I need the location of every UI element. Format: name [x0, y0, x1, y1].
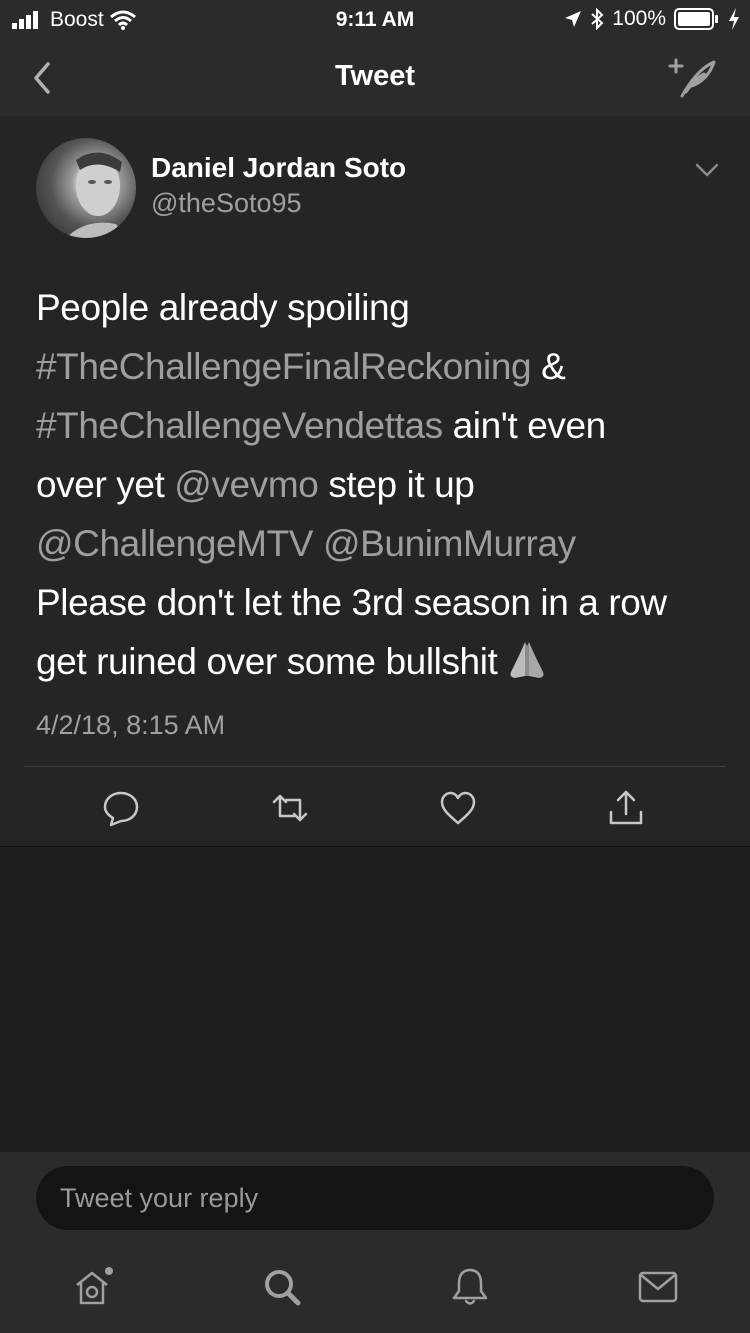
- battery-icon: [674, 8, 718, 30]
- tweet-text-segment: [313, 523, 323, 564]
- tab-search[interactable]: [260, 1265, 304, 1309]
- avatar-photo: [66, 152, 126, 238]
- reply-bar: [0, 1151, 750, 1244]
- tab-messages[interactable]: [636, 1265, 680, 1309]
- charging-icon: [729, 8, 739, 30]
- mention-link[interactable]: @vevmo: [174, 464, 319, 505]
- location-icon: [565, 11, 582, 27]
- mail-icon: [638, 1271, 678, 1303]
- tweet-text-segment: step it up: [318, 464, 475, 505]
- tweet-text-segment: get ruined over some bullshit: [36, 641, 498, 682]
- mention-link[interactable]: @BunimMurray: [323, 523, 576, 564]
- tweet-text-segment: over yet: [36, 464, 175, 505]
- tweet-detail: Daniel Jordan Soto @theSoto95 People alr…: [0, 116, 750, 846]
- bluetooth-icon: [591, 8, 604, 30]
- reply-input[interactable]: [36, 1166, 714, 1230]
- tweet-text-segment: ain't even: [442, 405, 607, 446]
- compose-tweet-button[interactable]: [668, 56, 718, 100]
- avatar[interactable]: [36, 138, 136, 238]
- page-title: Tweet: [334, 60, 416, 92]
- heart-icon: [440, 791, 476, 825]
- share-icon: [609, 790, 643, 825]
- like-button[interactable]: [438, 788, 478, 828]
- share-button[interactable]: [606, 788, 646, 828]
- tweet-text: People already spoiling #TheChallengeFin…: [36, 278, 726, 691]
- mention-link[interactable]: @ChallengeMTV: [36, 523, 313, 564]
- compose-quill-icon: [668, 58, 716, 98]
- reply-bubble-icon: [103, 791, 139, 827]
- tweet-timestamp: 4/2/18, 8:15 AM: [36, 710, 226, 740]
- retweet-button[interactable]: [270, 788, 310, 828]
- author-name[interactable]: Daniel Jordan Soto: [151, 152, 406, 184]
- retweet-icon: [272, 794, 308, 822]
- status-right: 100%: [564, 7, 740, 31]
- tab-notifications[interactable]: [448, 1265, 492, 1309]
- author-handle[interactable]: @theSoto95: [151, 188, 302, 219]
- hashtag-link[interactable]: #TheChallengeVendettas: [36, 405, 443, 446]
- home-icon: [76, 1267, 113, 1305]
- nav-bar: Tweet: [0, 38, 750, 116]
- empty-area: [0, 847, 750, 1151]
- tweet-options-button[interactable]: [694, 160, 720, 180]
- tab-bar: [0, 1243, 750, 1333]
- tweet-text-segment: &: [531, 346, 566, 387]
- tweet-text-segment: Please don't let the 3rd season in a row: [36, 582, 667, 623]
- tab-home[interactable]: [72, 1265, 116, 1309]
- bell-icon: [452, 1268, 488, 1305]
- battery-percent: 100%: [612, 7, 666, 30]
- status-bar: Boost 9:11 AM 100%: [0, 0, 750, 38]
- praying-hands-emoji-icon: [510, 642, 544, 678]
- search-icon: [265, 1270, 301, 1306]
- chevron-down-icon: [695, 163, 719, 177]
- reply-button[interactable]: [101, 788, 141, 828]
- hashtag-link[interactable]: #TheChallengeFinalReckoning: [36, 346, 532, 387]
- tweet-text-segment: People already spoiling: [36, 287, 410, 328]
- tweet-actions: [0, 766, 750, 846]
